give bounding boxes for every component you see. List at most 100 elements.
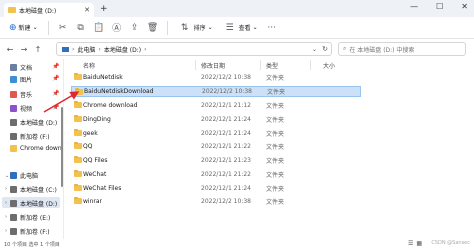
pin-icon: 📌: [52, 75, 60, 82]
chevron-right-icon[interactable]: ›: [5, 214, 7, 220]
sidebar-item-label: 文档: [20, 65, 33, 72]
refresh-icon[interactable]: ↻: [322, 45, 328, 53]
cut-icon[interactable]: ✂: [56, 23, 70, 33]
sidebar-item-this-pc[interactable]: 此电脑: [10, 171, 38, 180]
back-arrow-icon[interactable]: ←: [6, 45, 14, 54]
column-divider[interactable]: [310, 60, 311, 70]
file-type: 文件夹: [266, 186, 285, 193]
drive-icon: [10, 214, 17, 221]
file-name: geek: [83, 130, 98, 137]
column-divider[interactable]: [260, 60, 261, 70]
chevron-right-icon[interactable]: ›: [5, 200, 7, 206]
maximize-icon[interactable]: ☐: [436, 2, 443, 11]
table-row[interactable]: BaiduNetdisk 2022/12/2 10:38 文件夹: [71, 72, 361, 83]
chevron-down-icon: ⌄: [207, 24, 213, 31]
sort-button[interactable]: ⇅ 排序 ⌄: [175, 20, 216, 36]
toolbar-divider: [166, 20, 168, 35]
sidebar-item-videos[interactable]: 视频: [10, 104, 32, 113]
close-tab-icon[interactable]: ✕: [84, 6, 90, 14]
up-arrow-icon[interactable]: ↑: [34, 45, 42, 54]
sidebar-item-documents[interactable]: 文档: [10, 63, 32, 72]
file-type: 文件夹: [266, 199, 285, 206]
sidebar-item-new-volume-f[interactable]: 新加卷 (F:): [10, 132, 50, 141]
table-row[interactable]: WeChat 2022/12/1 21:22 文件夹: [71, 169, 361, 180]
file-type: 文件夹: [266, 131, 285, 138]
sidebar-item-label: Chrome downl: [20, 145, 64, 152]
file-name: QQ: [83, 143, 93, 150]
sort-button-label: 排序: [193, 25, 206, 32]
chevron-down-icon[interactable]: ⌄: [312, 46, 317, 53]
file-date: 2022/12/2 10:38: [201, 74, 251, 81]
table-row[interactable]: QQ 2022/12/1 21:22 文件夹: [71, 141, 361, 152]
music-icon: [10, 91, 17, 98]
file-name: QQ Files: [83, 157, 108, 164]
view-button[interactable]: ☰ 查看 ⌄: [220, 20, 261, 36]
command-bar: ⊕ 新建 ⌄ ✂ ⧉ 📋 Ⓐ ⇪ 🗑 ⇅ 排序 ⌄ ☰ 查看 ⌄ ···: [0, 17, 474, 39]
close-window-icon[interactable]: ✕: [461, 2, 468, 11]
file-date: 2022/12/1 21:12: [201, 102, 251, 109]
table-row-selected[interactable]: BaiduNetdiskDownload 2022/12/2 10:38 文件夹: [71, 86, 361, 97]
forward-arrow-icon[interactable]: →: [20, 45, 28, 54]
new-button[interactable]: ⊕ 新建 ⌄: [6, 20, 41, 36]
sidebar-item-chrome-download[interactable]: Chrome downl: [10, 145, 63, 152]
table-row[interactable]: DingDing 2022/12/1 21:24 文件夹: [71, 114, 361, 125]
column-divider[interactable]: [195, 60, 196, 70]
sidebar-item-new-volume-e[interactable]: 新加卷 (E:): [10, 213, 50, 222]
breadcrumb-separator: ›: [98, 45, 101, 53]
chevron-right-icon[interactable]: ›: [5, 186, 7, 192]
sidebar-item-label: 新加卷 (F:): [20, 229, 50, 236]
file-date: 2022/12/1 21:23: [201, 157, 251, 164]
breadcrumb-separator: ›: [144, 45, 147, 53]
search-placeholder: 在 本地磁盘 (D:) 中搜索: [349, 46, 415, 54]
table-row[interactable]: WeChat Files 2022/12/1 21:24 文件夹: [71, 183, 361, 194]
sidebar-scrollbar[interactable]: [61, 107, 63, 187]
sidebar-item-local-disk-d-selected[interactable]: 本地磁盘 (D:): [10, 199, 57, 208]
sidebar-item-local-disk-c[interactable]: 本地磁盘 (C:): [10, 185, 57, 194]
table-row[interactable]: QQ Files 2022/12/1 21:23 文件夹: [71, 155, 361, 166]
sidebar-item-pictures[interactable]: 图片: [10, 75, 32, 84]
navigation-bar: ← → ↑ › 此电脑 › 本地磁盘 (D:) › ⌄ ↻ ⌕ 在 本地磁盘 (…: [0, 39, 474, 59]
new-tab-button[interactable]: +: [100, 4, 108, 14]
sidebar-item-local-disk-d[interactable]: 本地磁盘 (D:): [10, 118, 57, 127]
tiles-view-icon[interactable]: ▦: [416, 240, 422, 247]
status-text: 10 个项目 选中 1 个项目: [4, 242, 60, 248]
column-header-name[interactable]: 名称: [83, 61, 95, 70]
file-type: 文件夹: [267, 89, 286, 96]
sidebar-item-new-volume-f[interactable]: 新加卷 (F:): [10, 227, 50, 236]
address-bar[interactable]: › 此电脑 › 本地磁盘 (D:) › ⌄ ↻: [56, 42, 332, 56]
file-type: 文件夹: [266, 144, 285, 151]
tab-local-disk-d[interactable]: 本地磁盘 (D:) ✕: [4, 3, 94, 17]
chevron-right-icon[interactable]: ›: [5, 228, 7, 234]
column-header-type[interactable]: 类型: [266, 61, 278, 70]
file-date: 2022/12/1 21:22: [201, 143, 251, 150]
rename-icon[interactable]: Ⓐ: [110, 21, 124, 34]
search-input[interactable]: ⌕ 在 本地磁盘 (D:) 中搜索: [338, 42, 466, 56]
sidebar-item-music[interactable]: 音乐: [10, 90, 32, 99]
breadcrumb-separator: ›: [72, 45, 75, 53]
breadcrumb-local-disk-d[interactable]: 本地磁盘 (D:): [104, 45, 141, 54]
column-header-date[interactable]: 修改日期: [201, 61, 225, 70]
file-name: winrar: [83, 198, 102, 205]
folder-icon: [74, 170, 82, 177]
chevron-down-icon[interactable]: ⌄: [5, 173, 9, 179]
column-header-size[interactable]: 大小: [323, 61, 335, 70]
folder-icon: [74, 73, 82, 80]
title-bar: 本地磁盘 (D:) ✕ + — ☐ ✕: [0, 0, 474, 17]
file-date: 2022/12/2 10:38: [201, 198, 251, 205]
breadcrumb-this-pc[interactable]: 此电脑: [77, 45, 95, 54]
delete-icon[interactable]: 🗑: [146, 23, 160, 33]
copy-icon[interactable]: ⧉: [74, 23, 88, 33]
table-row[interactable]: winrar 2022/12/2 10:38 文件夹: [71, 196, 361, 207]
file-type: 文件夹: [266, 117, 285, 124]
details-view-icon[interactable]: ☰: [408, 240, 413, 247]
window-controls: — ☐ ✕: [410, 2, 468, 11]
paste-icon[interactable]: 📋: [92, 23, 106, 33]
minimize-icon[interactable]: —: [410, 2, 418, 11]
drive-icon: [10, 200, 17, 207]
folder-icon: [74, 197, 82, 204]
share-icon[interactable]: ⇪: [128, 23, 142, 33]
more-options-icon[interactable]: ···: [265, 23, 279, 33]
table-row[interactable]: geek 2022/12/1 21:24 文件夹: [71, 128, 361, 139]
table-row[interactable]: Chrome download 2022/12/1 21:12 文件夹: [71, 100, 361, 111]
search-icon: ⌕: [343, 45, 347, 52]
